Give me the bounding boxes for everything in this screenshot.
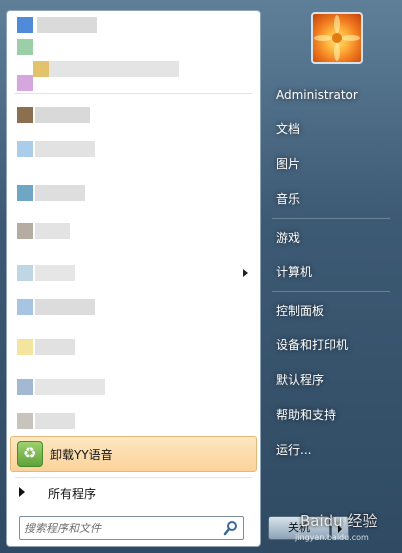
submenu-arrow-icon[interactable]	[243, 269, 248, 277]
divider	[272, 218, 390, 219]
games-item[interactable]: 游戏	[268, 224, 396, 252]
default-programs-item[interactable]: 默认程序	[268, 366, 396, 394]
blurred-app-icon[interactable]	[33, 61, 49, 77]
blurred-app-icon[interactable]	[17, 75, 33, 91]
user-account-item[interactable]: Administrator	[268, 81, 396, 109]
divider	[15, 477, 252, 478]
run-item[interactable]: 运行...	[268, 436, 396, 464]
blurred-app-label	[35, 185, 85, 201]
all-programs-item[interactable]: 所有程序	[7, 481, 260, 505]
pictures-item[interactable]: 图片	[268, 150, 396, 178]
divider	[272, 291, 390, 292]
blurred-app-label	[35, 223, 70, 239]
control-panel-item[interactable]: 控制面板	[268, 297, 396, 325]
triangle-right-icon	[19, 487, 25, 497]
watermark-url: jingyan.baidu.com	[295, 533, 369, 542]
blurred-app-icon[interactable]	[17, 265, 33, 281]
blurred-app-icon[interactable]	[17, 17, 33, 33]
blurred-app-icon[interactable]	[17, 185, 33, 201]
help-support-item[interactable]: 帮助和支持	[268, 401, 396, 429]
divider	[15, 93, 252, 94]
all-programs-label: 所有程序	[48, 487, 97, 501]
devices-printers-item[interactable]: 设备和打印机	[268, 331, 396, 359]
uninstall-yy-item[interactable]: 卸载YY语音	[10, 436, 257, 472]
blurred-app-label	[49, 61, 179, 77]
computer-item[interactable]: 计算机	[268, 258, 396, 286]
watermark-logo: Baidu 经验	[300, 512, 378, 530]
places-panel: Administrator 文档 图片 音乐 游戏 计算机 控制面板 设备和打印…	[262, 0, 402, 553]
flower-avatar[interactable]	[311, 12, 363, 64]
blurred-app-icon[interactable]	[17, 339, 33, 355]
blurred-app-icon[interactable]	[17, 141, 33, 157]
blurred-app-icon[interactable]	[17, 379, 33, 395]
search-input[interactable]	[24, 519, 214, 537]
blurred-app-icon[interactable]	[17, 107, 33, 123]
blurred-app-icon[interactable]	[17, 223, 33, 239]
programs-panel: 卸载YY语音 所有程序	[6, 10, 261, 547]
music-item[interactable]: 音乐	[268, 185, 396, 213]
blurred-app-label	[35, 265, 75, 281]
blurred-app-label	[37, 17, 97, 33]
blurred-app-label	[35, 141, 95, 157]
uninstall-yy-label: 卸载YY语音	[50, 448, 113, 462]
blurred-app-label	[35, 339, 75, 355]
blurred-app-label	[35, 379, 105, 395]
blurred-app-label	[35, 299, 95, 315]
documents-item[interactable]: 文档	[268, 115, 396, 143]
search-icon[interactable]	[223, 520, 239, 536]
pinned-programs	[7, 11, 260, 91]
recycle-icon	[17, 441, 43, 467]
recent-programs	[7, 99, 260, 437]
blurred-app-icon[interactable]	[17, 299, 33, 315]
search-box[interactable]	[19, 516, 244, 540]
blurred-app-icon[interactable]	[17, 413, 33, 429]
blurred-app-label	[35, 413, 75, 429]
blurred-app-label	[35, 107, 90, 123]
blurred-app-icon[interactable]	[17, 39, 33, 55]
start-menu: 卸载YY语音 所有程序	[0, 0, 402, 553]
